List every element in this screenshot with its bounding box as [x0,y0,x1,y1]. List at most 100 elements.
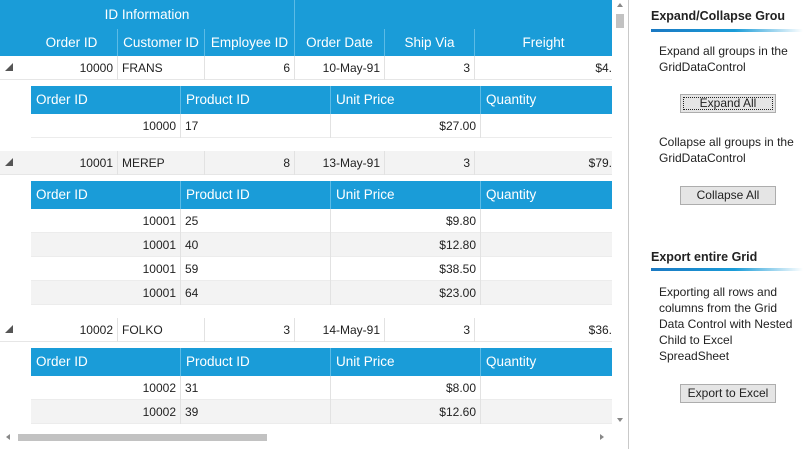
section-underline [651,268,803,271]
column-header-ship-via[interactable]: Ship Via [385,29,475,56]
column-header-employee-id[interactable]: Employee ID [205,29,295,56]
cell-customer-id: FOLKO [118,318,205,342]
child-cell-quantity [481,209,612,233]
child-row[interactable]: 10000 17 $27.00 [31,114,612,138]
collapse-triangle-icon[interactable] [4,62,14,72]
child-header-unit-price[interactable]: Unit Price [331,181,481,209]
parent-row[interactable]: 10002 FOLKO 3 14-May-91 3 $36. [0,318,612,342]
child-header-product-id[interactable]: Product ID [181,181,331,209]
cell-ship-via: 3 [385,56,475,80]
child-header-unit-price[interactable]: Unit Price [331,86,481,114]
band-header-empty [295,0,612,29]
grid-data-control: ID Information Order ID Customer ID Empl… [0,0,629,449]
child-cell-product-id: 31 [181,376,331,400]
cell-freight: $79. [588,156,612,170]
cell-customer-id: FRANS [118,56,205,80]
cell-freight: $36. [588,323,612,337]
child-grid: Order ID Product ID Unit Price Quantity … [31,348,612,429]
child-row[interactable]: 10001 64 $23.00 [31,281,612,305]
child-cell-product-id: 40 [181,233,331,257]
cell-order-id: 10002 [26,318,118,342]
collapse-triangle-icon[interactable] [4,157,14,167]
cell-customer-id: MEREP [118,151,205,175]
child-header-order-id[interactable]: Order ID [31,348,181,376]
export-section-title: Export entire Grid [651,250,758,264]
child-header-row: Order ID Product ID Unit Price Quantity [31,86,612,114]
child-cell-order-id: 10002 [31,400,181,424]
child-cell-product-id: 59 [181,257,331,281]
child-cell-unit-price: $27.00 [331,114,481,138]
export-to-excel-button[interactable]: Export to Excel [680,384,776,403]
child-cell-order-id: 10002 [31,376,181,400]
child-header-unit-price[interactable]: Unit Price [331,348,481,376]
collapse-all-button[interactable]: Collapse All [680,186,776,205]
export-description: Exporting all rows and columns from the … [659,285,793,363]
child-cell-quantity [481,376,612,400]
child-cell-order-id: 10001 [31,257,181,281]
cell-employee-id: 3 [205,318,295,342]
child-grid: Order ID Product ID Unit Price Quantity … [31,181,612,305]
child-cell-unit-price: $12.60 [331,400,481,424]
expand-all-button[interactable]: Expand All [680,94,776,113]
child-row[interactable]: 10001 40 $12.80 [31,233,612,257]
scroll-down-arrow-icon[interactable] [617,418,623,422]
expand-description: Expand all groups in the GridDataControl [659,44,788,74]
child-cell-order-id: 10000 [31,114,181,138]
child-cell-quantity [481,233,612,257]
band-header-id-information[interactable]: ID Information [0,0,295,29]
child-grid: Order ID Product ID Unit Price Quantity … [31,86,612,138]
scroll-right-arrow-icon[interactable] [600,434,604,440]
child-cell-order-id: 10001 [31,281,181,305]
cell-order-date: 10-May-91 [295,56,385,80]
column-header-customer-id[interactable]: Customer ID [118,29,205,56]
child-cell-unit-price: $23.00 [331,281,481,305]
grid-viewport: ID Information Order ID Customer ID Empl… [0,0,612,429]
cell-order-date: 14-May-91 [295,318,385,342]
child-cell-quantity [481,257,612,281]
section-underline [651,29,803,32]
vertical-scroll-thumb[interactable] [616,14,624,28]
scroll-up-arrow-icon[interactable] [617,3,623,7]
parent-row[interactable]: 10000 FRANS 6 10-May-91 3 $4. [0,56,612,80]
column-header-freight[interactable]: Freight [475,29,612,56]
child-cell-product-id: 64 [181,281,331,305]
child-cell-unit-price: $8.00 [331,376,481,400]
cell-employee-id: 6 [205,56,295,80]
cell-order-id: 10000 [26,56,118,80]
column-header-order-date[interactable]: Order Date [295,29,385,56]
column-header-order-id[interactable]: Order ID [26,29,118,56]
scroll-left-arrow-icon[interactable] [6,434,10,440]
cell-ship-via: 3 [385,318,475,342]
cell-order-date: 13-May-91 [295,151,385,175]
collapse-description: Collapse all groups in the GridDataContr… [659,135,794,165]
child-header-quantity[interactable]: Quantity [481,348,612,376]
cell-employee-id: 8 [205,151,295,175]
child-header-quantity[interactable]: Quantity [481,86,612,114]
horizontal-scrollbar[interactable] [0,429,612,445]
child-cell-quantity [481,400,612,424]
child-cell-product-id: 17 [181,114,331,138]
child-header-order-id[interactable]: Order ID [31,181,181,209]
cell-ship-via: 3 [385,151,475,175]
child-cell-order-id: 10001 [31,209,181,233]
column-header-row: Order ID Customer ID Employee ID Order D… [0,29,612,56]
child-row[interactable]: 10001 25 $9.80 [31,209,612,233]
child-row[interactable]: 10001 59 $38.50 [31,257,612,281]
vertical-scrollbar[interactable] [612,0,628,429]
child-header-order-id[interactable]: Order ID [31,86,181,114]
child-row[interactable]: 10002 39 $12.60 [31,400,612,424]
child-cell-order-id: 10001 [31,233,181,257]
child-cell-unit-price: $38.50 [331,257,481,281]
horizontal-scroll-thumb[interactable] [18,434,267,441]
expand-collapse-section-title: Expand/Collapse Grou [651,9,786,23]
child-header-product-id[interactable]: Product ID [181,86,331,114]
parent-row[interactable]: 10001 MEREP 8 13-May-91 3 $79. [0,151,612,175]
child-cell-quantity [481,114,612,138]
header-band-row: ID Information [0,0,612,29]
child-header-quantity[interactable]: Quantity [481,181,612,209]
collapse-triangle-icon[interactable] [4,324,14,334]
child-cell-quantity [481,281,612,305]
cell-freight: $4. [595,61,612,75]
child-row[interactable]: 10002 31 $8.00 [31,376,612,400]
child-header-product-id[interactable]: Product ID [181,348,331,376]
